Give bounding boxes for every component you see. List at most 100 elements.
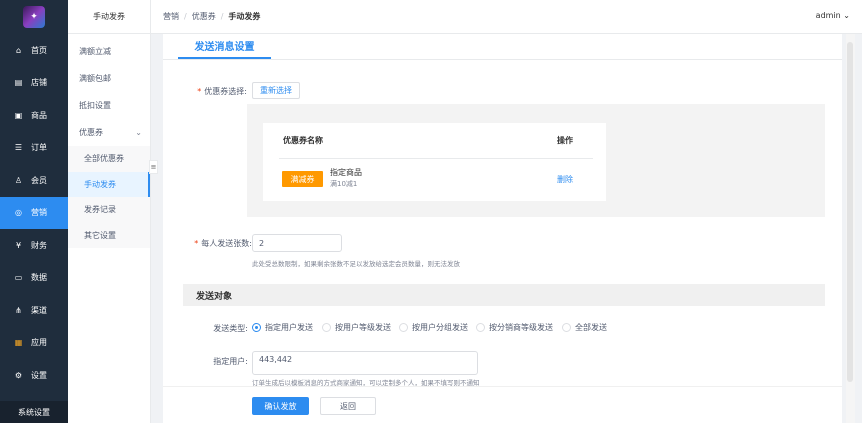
radio-label: 按用户等级发送 <box>335 323 391 332</box>
radio-label: 指定用户发送 <box>265 323 313 332</box>
table-header-action: 操作 <box>557 136 573 145</box>
subnav-item-deduction[interactable]: 抵扣设置 <box>68 92 150 119</box>
table-divider <box>279 158 593 159</box>
marketing-icon: ◎ <box>15 208 22 218</box>
subnav-item-label: 优惠券 <box>79 128 103 137</box>
scrollbar-thumb[interactable] <box>847 42 853 382</box>
content-card: 发送消息设置 * 优惠券选择: 重新选择 优惠券名称 操作 满减券 指定商品 满1… <box>163 34 842 423</box>
secondary-sidebar: 手动发券 满额立减 满额包邮 抵扣设置 优惠券 ⌄ 全部优惠券 手动发券 发券记录… <box>68 0 151 423</box>
coupon-name: 指定商品 <box>330 168 362 177</box>
radio-by-user-group[interactable]: 按用户分组发送 <box>399 322 468 333</box>
subnav-item-label: 抵扣设置 <box>79 101 111 110</box>
sidebar-item-finance[interactable]: ¥ 财务 <box>0 229 68 262</box>
breadcrumb-item[interactable]: 营销 <box>163 12 179 21</box>
sidebar-item-label: 营销 <box>31 208 47 218</box>
sidebar-item-goods[interactable]: ▣ 商品 <box>0 99 68 132</box>
sidebar-item-apps[interactable]: ▦ 应用 <box>0 327 68 360</box>
chevron-down-icon: ⌄ <box>843 11 850 20</box>
breadcrumb-current: 手动发券 <box>228 12 261 21</box>
member-icon: ♙ <box>14 175 23 185</box>
sidebar-item-label: 渠道 <box>31 305 47 315</box>
subnav-item-full-reduce[interactable]: 满额立减 <box>68 38 150 65</box>
logo-icon: ✦ <box>23 6 45 28</box>
sidebar-item-label: 数据 <box>31 273 47 283</box>
settings-icon: ⚙ <box>14 370 23 380</box>
sidebar-item-label: 会员 <box>31 175 47 185</box>
store-icon: ▤ <box>14 78 23 88</box>
delete-coupon-link[interactable]: 删除 <box>557 174 573 185</box>
username: admin <box>815 11 841 20</box>
radio-send-all[interactable]: 全部发送 <box>562 322 607 333</box>
per-person-count-input[interactable]: 2 <box>252 234 342 252</box>
collapse-toggle-icon[interactable]: ≡ <box>149 160 158 174</box>
radio-label: 全部发送 <box>575 323 607 332</box>
sidebar-item-marketing[interactable]: ◎ 营销 <box>0 196 68 229</box>
subnav-child-issue-records[interactable]: 发券记录 <box>68 197 150 223</box>
required-mark: * <box>194 239 199 248</box>
coupon-table: 优惠券名称 操作 满减券 指定商品 满10减1 删除 <box>263 123 606 201</box>
tab-send-message-settings[interactable]: 发送消息设置 <box>178 34 271 59</box>
user-menu[interactable]: admin ⌄ <box>816 11 850 20</box>
radio-label: 按用户分组发送 <box>412 323 468 332</box>
subnav-item-label: 满额立减 <box>79 47 111 56</box>
tab-divider <box>163 59 842 60</box>
coupon-select-label: * 优惠券选择: <box>183 86 247 97</box>
breadcrumb-separator: / <box>184 12 187 21</box>
radio-dot <box>562 323 571 332</box>
sidebar-item-channel[interactable]: ⋔ 渠道 <box>0 294 68 327</box>
order-icon: ☰ <box>14 143 23 153</box>
page-scrollbar[interactable] <box>846 34 855 423</box>
coupon-desc: 满10减1 <box>330 180 358 188</box>
data-icon: ▭ <box>14 273 23 283</box>
radio-dot <box>476 323 485 332</box>
sidebar-item-label: 首页 <box>31 45 47 55</box>
sidebar-item-label: 商品 <box>31 110 47 120</box>
specified-users-label: 指定用户: <box>213 357 248 366</box>
finance-icon: ¥ <box>15 240 22 250</box>
reselect-button[interactable]: 重新选择 <box>252 82 300 99</box>
system-settings-button[interactable]: 系统设置 <box>0 401 68 423</box>
form-footer: 确认发放 返回 <box>163 386 842 423</box>
radio-by-distributor-level[interactable]: 按分销商等级发送 <box>476 322 553 333</box>
subnav-child-other-settings[interactable]: 其它设置 <box>68 222 150 248</box>
radio-dot <box>399 323 408 332</box>
coupon-select-label-text: 优惠券选择: <box>204 87 247 96</box>
confirm-issue-button[interactable]: 确认发放 <box>252 397 309 415</box>
sidebar-item-store[interactable]: ▤ 店铺 <box>0 67 68 100</box>
radio-label: 按分销商等级发送 <box>489 323 553 332</box>
sidebar-item-data[interactable]: ▭ 数据 <box>0 262 68 295</box>
per-person-hint: 此处受总数限制，如果剩余张数不足以发放给选定会员数量，则无法发放 <box>252 260 460 268</box>
radio-specified-users[interactable]: 指定用户发送 <box>252 322 313 333</box>
sidebar-item-settings[interactable]: ⚙ 设置 <box>0 359 68 392</box>
top-header: 营销 / 优惠券 / 手动发券 admin ⌄ <box>151 0 862 34</box>
apps-icon: ▦ <box>14 338 23 348</box>
subnav-title: 手动发券 <box>68 0 150 34</box>
radio-dot <box>322 323 331 332</box>
subnav-child-manual-issue[interactable]: 手动发券 <box>68 171 150 197</box>
coupon-type-badge: 满减券 <box>282 171 323 187</box>
sidebar-item-label: 应用 <box>31 338 47 348</box>
app-root: ✦ ⌂ 首页 ▤ 店铺 ▣ 商品 ☰ 订单 ♙ 会员 ◎ 营销 ¥ 财务 ▭ 数据 ⋔ 渠道 ▦ 应用 ⚙ 设置 系统设置… <box>0 0 862 423</box>
breadcrumb-item[interactable]: 优惠券 <box>192 12 216 21</box>
per-person-label-text: 每人发送张数: <box>201 239 252 248</box>
per-person-label: * 每人发送张数: <box>183 238 252 249</box>
sidebar-item-order[interactable]: ☰ 订单 <box>0 132 68 165</box>
radio-by-user-level[interactable]: 按用户等级发送 <box>322 322 391 333</box>
primary-sidebar: ✦ ⌂ 首页 ▤ 店铺 ▣ 商品 ☰ 订单 ♙ 会员 ◎ 营销 ¥ 财务 ▭ 数据 ⋔ 渠道 ▦ 应用 ⚙ 设置 系统设置 <box>0 0 68 423</box>
goods-icon: ▣ <box>14 110 23 120</box>
sidebar-item-label: 设置 <box>31 370 47 380</box>
send-type-label: 发送类型: <box>213 324 248 333</box>
sidebar-item-member[interactable]: ♙ 会员 <box>0 164 68 197</box>
sidebar-item-home[interactable]: ⌂ 首页 <box>0 34 68 67</box>
subnav-item-coupons[interactable]: 优惠券 ⌄ <box>68 119 150 146</box>
sidebar-item-label: 财务 <box>31 240 47 250</box>
home-icon: ⌂ <box>15 45 22 55</box>
logo: ✦ <box>0 0 68 34</box>
subnav-item-free-shipping[interactable]: 满额包邮 <box>68 65 150 92</box>
required-mark: * <box>197 87 202 96</box>
radio-dot <box>252 323 261 332</box>
subnav-child-all-coupons[interactable]: 全部优惠券 <box>68 146 150 172</box>
sidebar-item-label: 店铺 <box>31 78 47 88</box>
specified-users-textarea[interactable]: 443,442 <box>252 351 478 375</box>
back-button[interactable]: 返回 <box>320 397 376 415</box>
